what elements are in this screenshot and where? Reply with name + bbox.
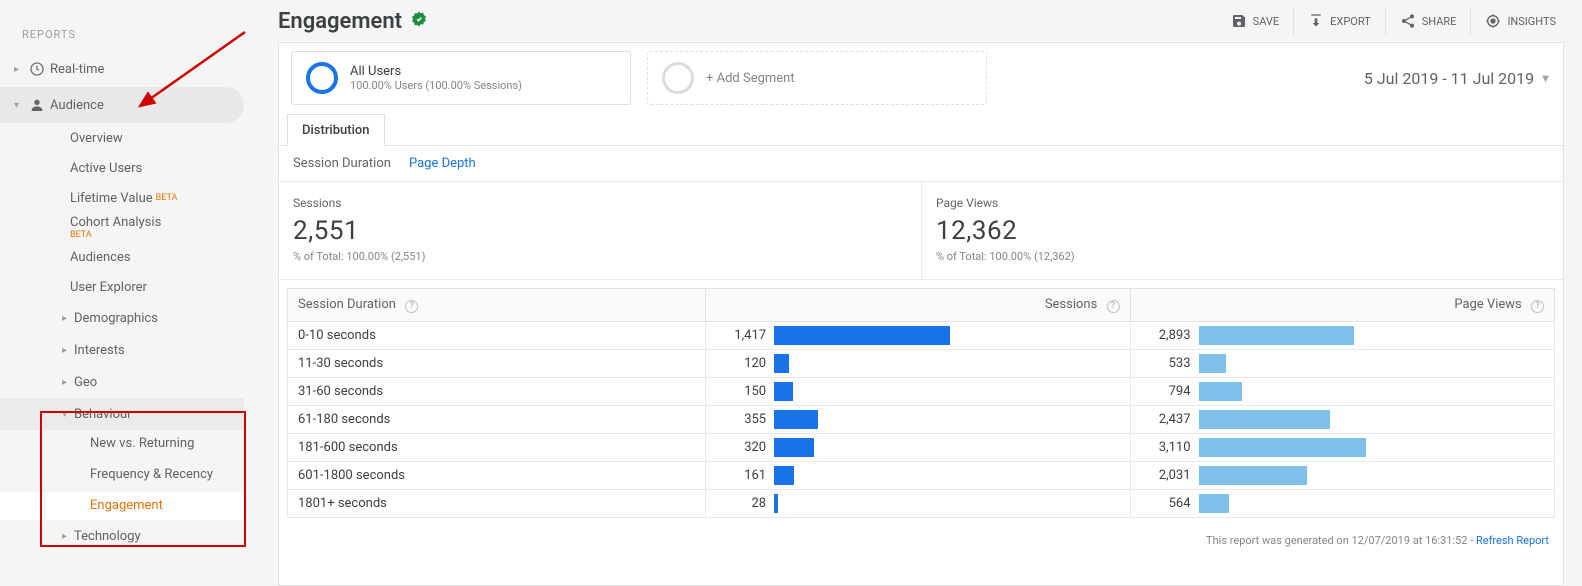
table-row: 0-10 seconds1,4172,893 bbox=[288, 321, 1555, 349]
sidebar-item-label: Audience bbox=[50, 98, 104, 113]
col-session-duration[interactable]: Session Duration ? bbox=[288, 289, 706, 322]
sidebar-item-audience[interactable]: ▾ Audience bbox=[0, 87, 244, 123]
sidebar-sub-interests[interactable]: ▸ Interests bbox=[0, 334, 274, 366]
export-button[interactable]: EXPORT bbox=[1293, 7, 1385, 35]
segment-detail: 100.00% Users (100.00% Sessions) bbox=[350, 79, 522, 92]
insights-button[interactable]: INSIGHTS bbox=[1470, 7, 1570, 35]
sidebar-sub2-engagement[interactable]: Engagement bbox=[0, 492, 244, 520]
share-button[interactable]: SHARE bbox=[1385, 7, 1471, 35]
metric-pageviews: Page Views 12,362 % of Total: 100.00% (1… bbox=[921, 182, 1563, 279]
sidebar-sub-cohort[interactable]: Cohort Analysis BETA bbox=[0, 213, 274, 242]
page-header: Engagement SAVE EXPORT SHARE bbox=[274, 0, 1582, 42]
page-title: Engagement bbox=[278, 9, 402, 34]
add-segment-button[interactable]: + Add Segment bbox=[647, 51, 987, 105]
help-icon[interactable]: ? bbox=[405, 300, 418, 313]
cell-sessions: 320 bbox=[706, 433, 1130, 461]
cell-bucket: 31-60 seconds bbox=[288, 377, 706, 405]
cell-pageviews: 2,031 bbox=[1130, 461, 1554, 489]
sidebar-sub-overview[interactable]: Overview bbox=[0, 123, 274, 153]
table-row: 1801+ seconds28564 bbox=[288, 489, 1555, 517]
sidebar-sub2-frequency[interactable]: Frequency & Recency bbox=[0, 458, 274, 492]
subtab-session-duration[interactable]: Session Duration bbox=[293, 156, 391, 171]
help-icon[interactable]: ? bbox=[1531, 300, 1544, 313]
cell-pageviews: 2,437 bbox=[1130, 405, 1554, 433]
sidebar-sub-active-users[interactable]: Active Users bbox=[0, 153, 274, 183]
main-content: Engagement SAVE EXPORT SHARE bbox=[274, 0, 1582, 586]
sidebar-item-realtime[interactable]: ▸ Real-time bbox=[0, 51, 274, 87]
segment-ring-icon bbox=[306, 62, 338, 94]
verified-icon bbox=[410, 10, 428, 32]
share-icon bbox=[1400, 13, 1416, 29]
clock-icon bbox=[24, 61, 50, 77]
help-icon[interactable]: ? bbox=[1107, 300, 1120, 313]
cell-bucket: 181-600 seconds bbox=[288, 433, 706, 461]
table-row: 61-180 seconds3552,437 bbox=[288, 405, 1555, 433]
col-pageviews[interactable]: Page Views ? bbox=[1130, 289, 1554, 322]
sidebar-sub-demographics[interactable]: ▸ Demographics bbox=[0, 302, 274, 334]
sidebar-sub-user-explorer[interactable]: User Explorer bbox=[0, 272, 274, 302]
chevron-right-icon: ▸ bbox=[14, 64, 24, 75]
segment-ring-placeholder-icon bbox=[662, 62, 694, 94]
chevron-right-icon: ▸ bbox=[62, 531, 74, 542]
cell-bucket: 11-30 seconds bbox=[288, 349, 706, 377]
person-icon bbox=[24, 97, 50, 113]
cell-pageviews: 2,893 bbox=[1130, 321, 1554, 349]
cell-pageviews: 3,110 bbox=[1130, 433, 1554, 461]
cell-sessions: 150 bbox=[706, 377, 1130, 405]
cell-sessions: 161 bbox=[706, 461, 1130, 489]
sidebar-sub2-new-returning[interactable]: New vs. Returning bbox=[0, 430, 274, 458]
beta-badge: BETA bbox=[156, 193, 178, 203]
cell-bucket: 601-1800 seconds bbox=[288, 461, 706, 489]
sidebar-sub-audiences[interactable]: Audiences bbox=[0, 242, 274, 272]
sidebar-sub-geo[interactable]: ▸ Geo bbox=[0, 366, 274, 398]
sidebar-sub-technology[interactable]: ▸ Technology bbox=[0, 520, 274, 552]
metric-sessions: Sessions 2,551 % of Total: 100.00% (2,55… bbox=[279, 182, 921, 279]
chevron-down-icon: ▾ bbox=[62, 409, 74, 420]
cell-sessions: 355 bbox=[706, 405, 1130, 433]
chevron-right-icon: ▸ bbox=[62, 377, 74, 388]
subtab-page-depth[interactable]: Page Depth bbox=[409, 156, 476, 171]
sidebar-sub-lifetime-value[interactable]: Lifetime Value BETA bbox=[0, 183, 274, 213]
export-icon bbox=[1308, 13, 1324, 29]
sidebar: REPORTS ▸ Real-time ▾ Audience Overview … bbox=[0, 0, 274, 586]
cell-bucket: 0-10 seconds bbox=[288, 321, 706, 349]
cell-sessions: 1,417 bbox=[706, 321, 1130, 349]
sidebar-sub-behaviour[interactable]: ▾ Behaviour bbox=[0, 398, 244, 430]
cell-sessions: 120 bbox=[706, 349, 1130, 377]
insights-icon bbox=[1485, 13, 1501, 29]
refresh-report-link[interactable]: Refresh Report bbox=[1476, 534, 1549, 547]
engagement-table: Session Duration ? Sessions ? Page Views… bbox=[287, 288, 1555, 518]
report-footer: This report was generated on 12/07/2019 … bbox=[279, 526, 1563, 555]
save-button[interactable]: SAVE bbox=[1217, 7, 1294, 35]
chevron-down-icon: ▾ bbox=[14, 100, 24, 111]
cell-bucket: 61-180 seconds bbox=[288, 405, 706, 433]
cell-pageviews: 794 bbox=[1130, 377, 1554, 405]
sidebar-item-label: Real-time bbox=[50, 62, 104, 77]
table-row: 11-30 seconds120533 bbox=[288, 349, 1555, 377]
table-row: 601-1800 seconds1612,031 bbox=[288, 461, 1555, 489]
chevron-right-icon: ▸ bbox=[62, 313, 74, 324]
tab-distribution[interactable]: Distribution bbox=[287, 114, 385, 146]
col-sessions[interactable]: Sessions ? bbox=[706, 289, 1130, 322]
sidebar-section-label: REPORTS bbox=[0, 18, 274, 51]
chevron-right-icon: ▸ bbox=[62, 345, 74, 356]
segment-all-users[interactable]: All Users 100.00% Users (100.00% Session… bbox=[291, 51, 631, 105]
cell-bucket: 1801+ seconds bbox=[288, 489, 706, 517]
table-row: 31-60 seconds150794 bbox=[288, 377, 1555, 405]
segment-name: All Users bbox=[350, 64, 522, 79]
beta-badge: BETA bbox=[70, 230, 92, 240]
cell-sessions: 28 bbox=[706, 489, 1130, 517]
table-row: 181-600 seconds3203,110 bbox=[288, 433, 1555, 461]
cell-pageviews: 533 bbox=[1130, 349, 1554, 377]
chevron-down-icon: ▼ bbox=[1540, 72, 1551, 85]
save-icon bbox=[1231, 13, 1247, 29]
cell-pageviews: 564 bbox=[1130, 489, 1554, 517]
date-range-picker[interactable]: 5 Jul 2019 - 11 Jul 2019 ▼ bbox=[1364, 69, 1551, 88]
